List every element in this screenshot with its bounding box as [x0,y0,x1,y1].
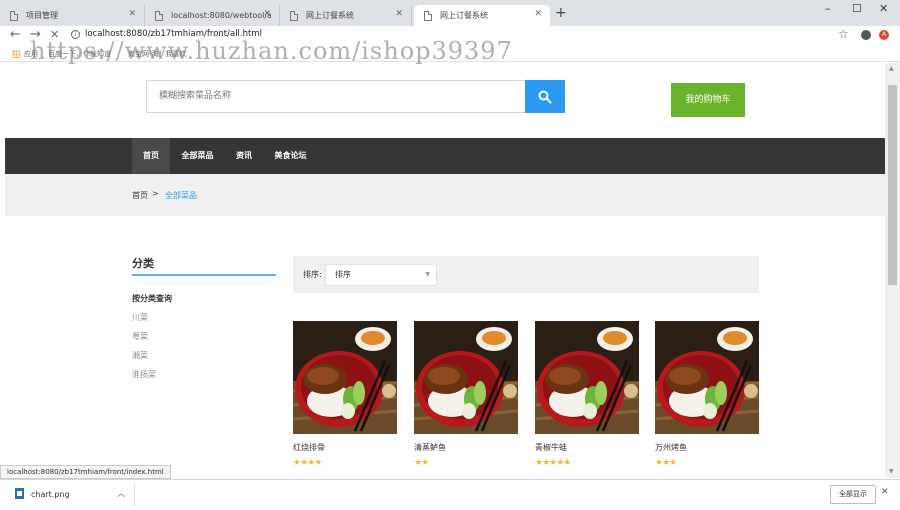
product-image[interactable] [414,321,518,434]
info-icon[interactable]: i [71,30,80,39]
close-icon[interactable]: ✕ [263,9,271,19]
breadcrumb-current: 全部菜品 [165,191,197,200]
tab-order-system-active[interactable]: 网上订餐系统 ✕ [414,5,550,26]
tab-order-system-1[interactable]: 网上订餐系统 ✕ [280,5,412,26]
product-name[interactable]: 清蒸鲈鱼 [414,442,446,453]
search-input[interactable]: 模糊搜索菜品名称 [146,80,526,113]
stop-button[interactable]: ✕ [50,26,59,44]
category-divider [132,274,276,276]
tab-title: 网上订餐系统 [306,11,354,20]
close-icon[interactable]: ✕ [534,9,542,19]
bookmark-item[interactable]: 应用 [24,49,38,59]
sort-label: 排序: [303,270,322,279]
breadcrumb-home[interactable]: 首页 [132,190,148,201]
nav-all-dishes[interactable]: 全部菜品 [175,138,220,174]
product-name[interactable]: 万州烤鱼 [655,442,687,453]
document-icon [424,10,432,21]
divider [134,484,135,506]
close-icon[interactable]: ✕ [395,9,403,19]
chevron-down-icon: ▼ [425,271,430,278]
bookmark-item[interactable]: 百度一下，你就知道 [48,49,111,59]
download-file-name[interactable]: chart.png [31,490,70,499]
forward-button[interactable]: → [30,26,41,44]
main-nav: 首页 全部菜品 资讯 美食论坛 [5,138,885,174]
breadcrumb: 首页 > 全部菜品 [5,174,885,216]
category-title: 分类 [132,257,154,270]
page-scrollbar[interactable]: ▲ ▼ [885,63,900,478]
window-close-button[interactable]: ✕ [879,2,888,15]
scroll-up-arrow-icon[interactable]: ▲ [889,65,894,72]
product-image[interactable] [293,321,397,434]
close-icon[interactable]: ✕ [881,487,889,497]
document-icon [290,10,298,21]
sort-selected-value: 排序 [335,270,351,279]
bookmarks-bar: 应用 百度一下，你就知道 淘宝网-淘！我喜欢 [0,46,900,62]
sort-bar: 排序: 排序 ▼ [293,256,759,293]
star-rating: ★★★★★ [535,458,571,465]
close-icon[interactable]: ✕ [128,9,136,19]
image-file-icon [15,488,24,499]
nav-home[interactable]: 首页 [132,138,170,174]
bookmark-star-icon[interactable]: ☆ [838,27,849,41]
tab-title: localhost:8080/webtool/all/inc [171,11,271,20]
maximize-button[interactable]: ☐ [852,2,862,15]
profile-icon[interactable] [861,30,871,40]
product-card[interactable]: 万州烤鱼 ★★★ [655,321,759,465]
nav-news[interactable]: 资讯 [229,138,259,174]
sort-select[interactable]: 排序 ▼ [325,264,437,286]
apps-icon[interactable] [12,50,20,58]
star-rating: ★★★ [655,458,677,465]
category-item-huaiyang[interactable]: 淮扬菜 [132,369,156,380]
download-bar: chart.png ︿ 全部显示 ✕ [0,479,900,510]
document-icon [10,10,18,21]
star-rating: ★★★★ [293,458,322,465]
bookmark-item[interactable]: 淘宝网-淘！我喜欢 [128,49,187,59]
tab-title: 项目管理 [26,11,58,20]
product-card[interactable]: 红烧排骨 ★★★★ [293,321,397,465]
tab-title: 网上订餐系统 [440,11,488,20]
tab-bar: 项目管理 ✕ localhost:8080/webtool/all/inc ✕ … [0,0,900,26]
category-item-sichuan[interactable]: 川菜 [132,312,148,323]
product-image[interactable] [655,321,759,434]
product-name[interactable]: 青椒牛蛙 [535,442,567,453]
address-bar[interactable]: localhost:8080/zb17tmhiam/front/all.html [85,29,262,39]
nav-food-forum[interactable]: 美食论坛 [268,138,313,174]
chevron-up-icon[interactable]: ︿ [117,488,125,499]
web-page: 模糊搜索菜品名称 我的购物车 首页 全部菜品 资讯 美食论坛 首页 > 全部菜品… [5,63,885,465]
star-rating: ★★ [414,458,429,465]
address-toolbar: ← → ✕ i localhost:8080/zb17tmhiam/front/… [0,26,900,46]
browser-window: 项目管理 ✕ localhost:8080/webtool/all/inc ✕ … [0,0,900,510]
document-icon [155,10,163,21]
extension-icon[interactable]: A [879,30,889,40]
status-url: localhost:8080/zb17tmhiam/front/index.ht… [0,465,171,479]
show-all-button[interactable]: 全部显示 [830,485,876,504]
search-icon [538,90,552,104]
product-card[interactable]: 青椒牛蛙 ★★★★★ [535,321,639,465]
breadcrumb-separator: > [152,189,159,198]
scroll-down-arrow-icon[interactable]: ▼ [889,468,894,475]
tab-webtool[interactable]: localhost:8080/webtool/all/inc ✕ [145,5,280,26]
product-card[interactable]: 清蒸鲈鱼 ★★ [414,321,518,465]
category-item-hunan[interactable]: 湘菜 [132,350,148,361]
minimize-button[interactable]: – [825,2,831,15]
category-item-cantonese[interactable]: 粤菜 [132,331,148,342]
product-name[interactable]: 红烧排骨 [293,442,325,453]
tab-project-management[interactable]: 项目管理 ✕ [0,5,145,26]
scrollbar-thumb[interactable] [888,85,897,285]
product-image[interactable] [535,321,639,434]
category-subtitle: 按分类查询 [132,294,172,303]
back-button[interactable]: ← [10,26,21,44]
search-button[interactable] [525,80,565,113]
my-cart-button[interactable]: 我的购物车 [671,83,745,117]
new-tab-button[interactable]: + [555,5,567,21]
